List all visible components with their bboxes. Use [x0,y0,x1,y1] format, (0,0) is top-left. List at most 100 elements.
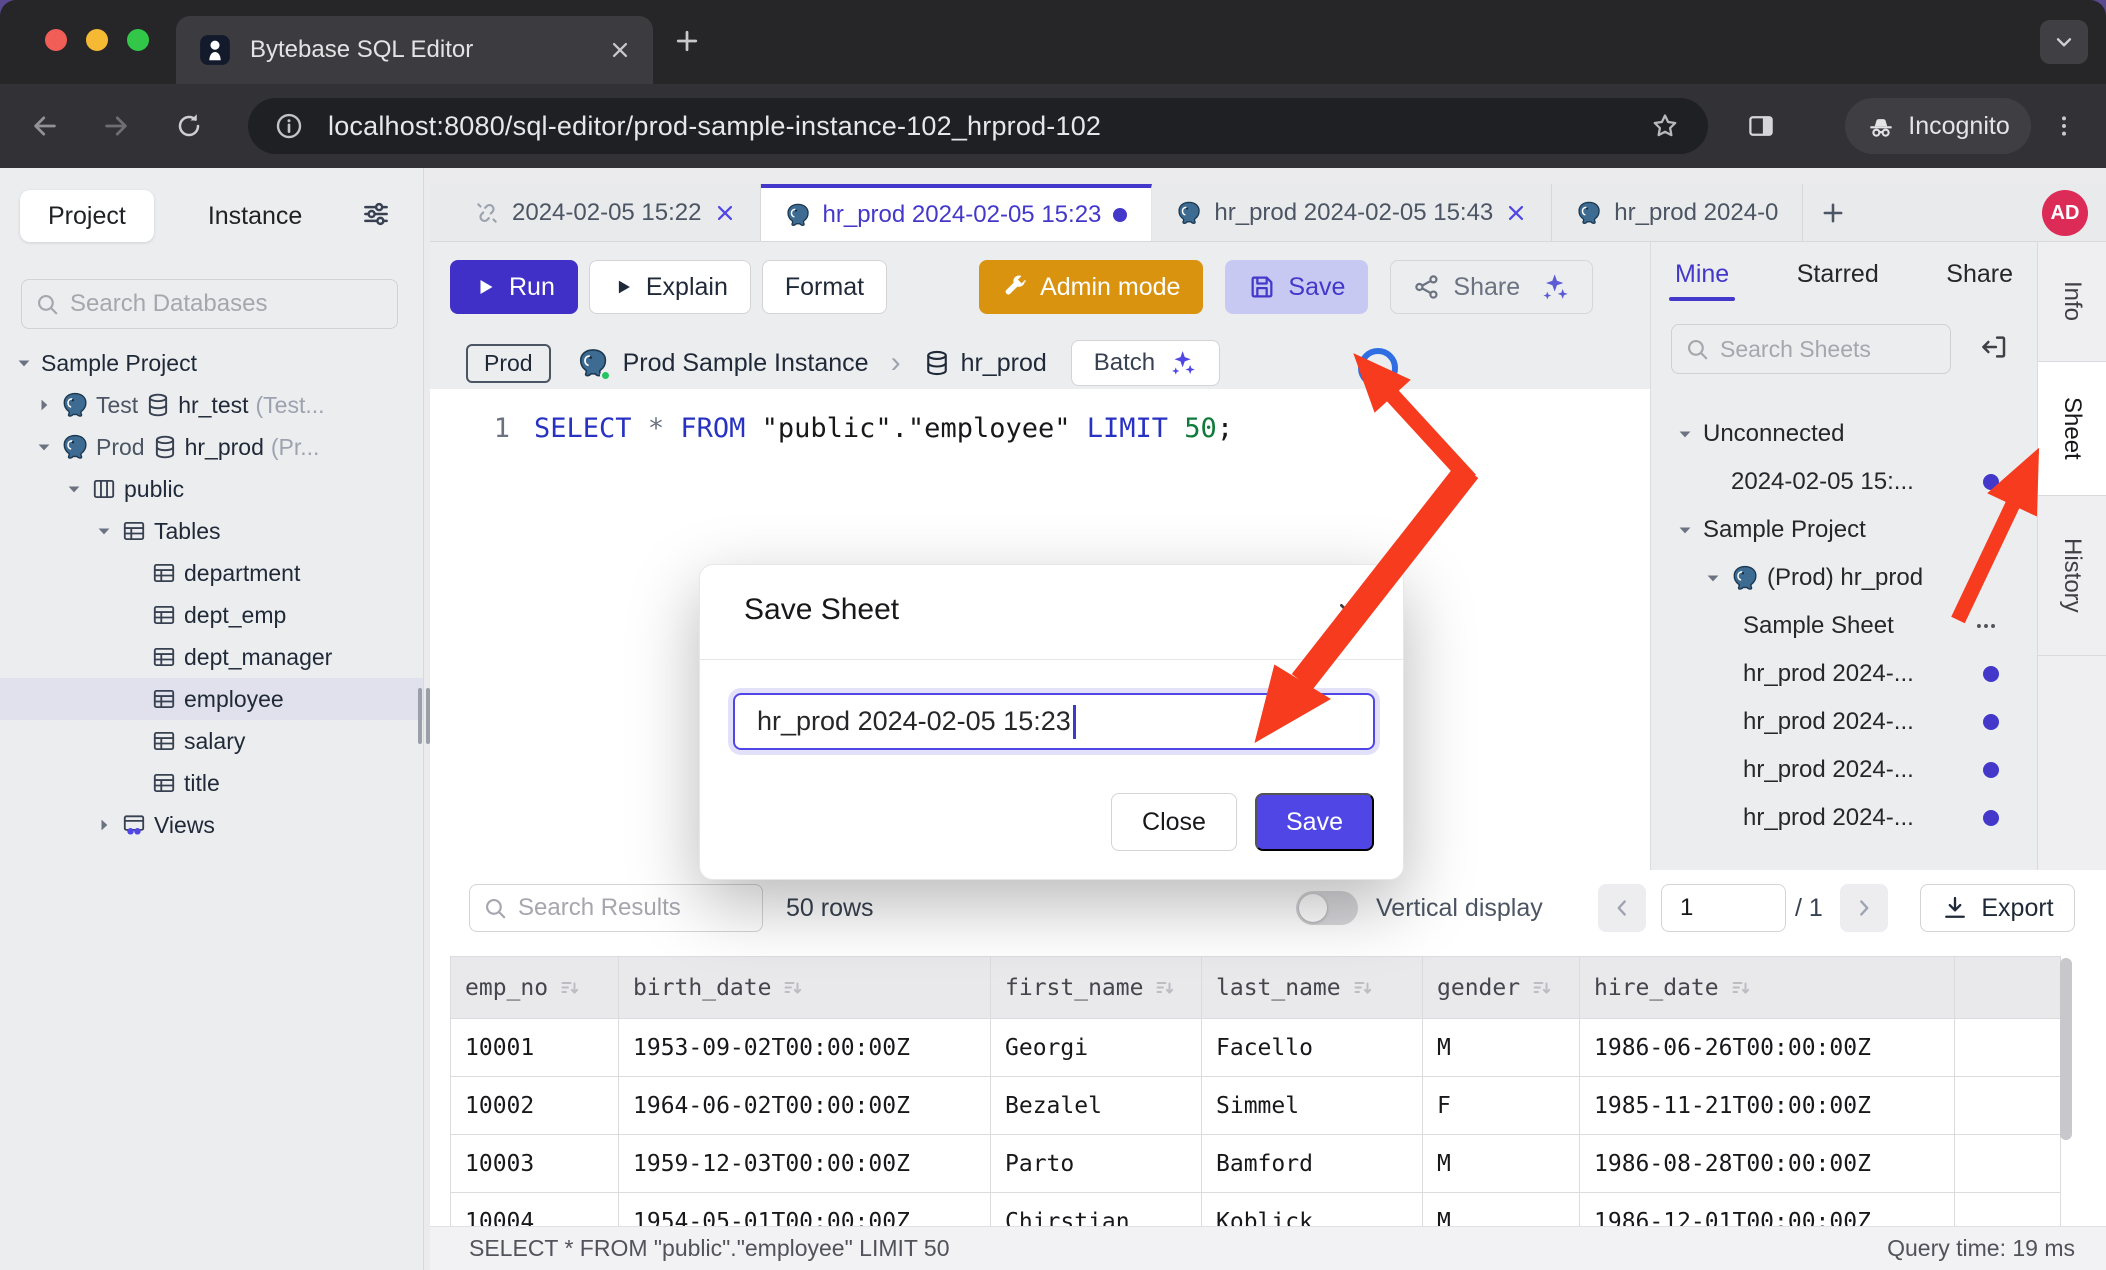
database-search[interactable] [21,279,398,329]
caret-icon[interactable] [1703,568,1723,588]
tree-item-salary[interactable]: salary [0,720,423,762]
sheet-list-item[interactable]: (Prod) hr_prod [1651,554,2037,602]
column-header[interactable]: last_name [1202,957,1423,1019]
admin-mode-button[interactable]: Admin mode [979,260,1203,314]
browser-menu-icon[interactable] [2050,112,2078,140]
tree-item-tables[interactable]: Tables [0,510,423,552]
instance-name[interactable]: Prod Sample Instance [623,349,869,378]
tree-item-title[interactable]: title [0,762,423,804]
sidebar-tab-project[interactable]: Project [20,190,154,242]
next-page-button[interactable] [1840,884,1888,932]
sheet-list-item[interactable]: Sample Project [1651,506,2037,554]
editor-tab[interactable]: 2024-02-05 15:22 [450,184,761,241]
column-header[interactable]: gender [1423,957,1580,1019]
tree-item-hr_prod[interactable]: Prodhr_prod(Pr... [0,426,423,468]
close-tab-icon[interactable] [1505,202,1527,224]
run-button[interactable]: Run [450,260,578,314]
tree-item-views[interactable]: Views [0,804,423,846]
caret-icon[interactable] [14,353,34,373]
sheet-list-item[interactable]: 2024-02-05 15:... [1651,458,2037,506]
bookmark-star-icon[interactable] [1650,111,1680,141]
dialog-close-button[interactable]: Close [1111,793,1237,851]
panel-tab-sheet[interactable]: Sheet [2038,362,2106,496]
prev-page-button[interactable] [1598,884,1646,932]
side-panel-icon[interactable] [1746,111,1776,141]
forward-icon[interactable] [101,111,131,141]
page-number-input[interactable] [1661,884,1786,932]
sheet-tab-mine[interactable]: Mine [1673,246,1731,303]
editor-tab[interactable]: hr_prod 2024-02-05 15:43 [1152,184,1552,241]
tree-item-hr_test[interactable]: Testhr_test(Test... [0,384,423,426]
editor-tab[interactable]: hr_prod 2024-02-05 15:23 [761,184,1153,241]
address-bar[interactable]: localhost:8080/sql-editor/prod-sample-in… [248,98,1708,154]
column-header[interactable]: hire_date [1580,957,1955,1019]
column-header[interactable]: birth_date [619,957,991,1019]
batch-button[interactable]: Batch [1071,340,1220,386]
format-button[interactable]: Format [762,260,887,314]
filter-settings-button[interactable] [361,199,391,234]
traffic-light-minimize[interactable] [86,29,108,51]
results-search[interactable] [469,884,763,932]
panel-tab-info[interactable]: Info [2038,242,2106,362]
sheet-list-item[interactable]: Sample Sheet [1651,602,2037,650]
caret-icon[interactable] [34,395,54,415]
traffic-light-zoom[interactable] [127,29,149,51]
traffic-light-close[interactable] [45,29,67,51]
sheet-actions-icon[interactable] [1973,613,1999,639]
results-table: emp_nobirth_datefirst_namelast_namegende… [450,956,2061,1226]
close-tab-icon[interactable] [714,202,736,224]
back-icon[interactable] [30,111,60,141]
sparkles-icon[interactable] [1538,271,1570,303]
table-scrollbar[interactable] [2060,958,2072,1140]
sheet-list-item[interactable]: hr_prod 2024-... [1651,794,2037,842]
caret-icon[interactable] [1675,520,1695,540]
share-button[interactable]: Share [1390,260,1593,314]
caret-icon[interactable] [94,521,114,541]
database-search-input[interactable] [70,290,385,318]
tree-item-dept_emp[interactable]: dept_emp [0,594,423,636]
sheet-search[interactable] [1671,324,1951,374]
sheet-list-item[interactable]: hr_prod 2024-... [1651,698,2037,746]
save-sheet-button[interactable]: Save [1225,260,1368,314]
user-avatar[interactable]: AD [2042,190,2088,236]
sidebar-resize-handle[interactable] [418,688,430,744]
tree-item-department[interactable]: department [0,552,423,594]
database-name[interactable]: hr_prod [961,349,1047,378]
tree-item-public[interactable]: public [0,468,423,510]
dialog-close-icon[interactable] [1335,599,1363,627]
tree-item-dept_manager[interactable]: dept_manager [0,636,423,678]
sidebar-tab-instance[interactable]: Instance [180,190,331,242]
column-header[interactable]: emp_no [451,957,619,1019]
sheet-list-item[interactable]: Unconnected [1651,410,2037,458]
editor-tab[interactable]: hr_prod 2024-0 [1552,184,1803,241]
caret-icon[interactable] [64,479,84,499]
tree-item-employee[interactable]: employee [0,678,423,720]
sheet-search-input[interactable] [1720,336,1938,363]
new-tab-icon[interactable] [672,26,702,56]
dialog-save-button[interactable]: Save [1255,793,1374,851]
sheet-list-item[interactable]: hr_prod 2024-... [1651,746,2037,794]
batch-label: Batch [1094,349,1155,377]
panel-tab-history[interactable]: History [2038,496,2106,656]
tab-search-button[interactable] [2040,20,2088,64]
sheet-list-item[interactable]: hr_prod 2024-... [1651,650,2037,698]
caret-icon[interactable] [34,437,54,457]
caret-icon[interactable] [94,815,114,835]
tree-item-sampleproject[interactable]: Sample Project [0,342,423,384]
site-info-icon[interactable] [274,111,304,141]
reload-icon[interactable] [174,111,204,141]
sheet-tab-share[interactable]: Share [1944,246,2015,303]
caret-icon[interactable] [1675,424,1695,444]
vertical-display-toggle[interactable] [1296,891,1358,925]
export-button[interactable]: Export [1920,884,2075,932]
sparkles-icon [1167,348,1197,378]
sheet-tab-starred[interactable]: Starred [1795,246,1881,303]
explain-button[interactable]: Explain [589,260,751,314]
import-sheet-button[interactable] [1979,332,2009,367]
browser-tab[interactable]: Bytebase SQL Editor [176,16,653,84]
sheet-name-input[interactable]: hr_prod 2024-02-05 15:23 [733,693,1375,750]
close-tab-icon[interactable] [609,39,631,61]
add-tab-button[interactable] [1803,184,1863,241]
results-search-input[interactable] [518,894,750,922]
column-header[interactable]: first_name [991,957,1202,1019]
